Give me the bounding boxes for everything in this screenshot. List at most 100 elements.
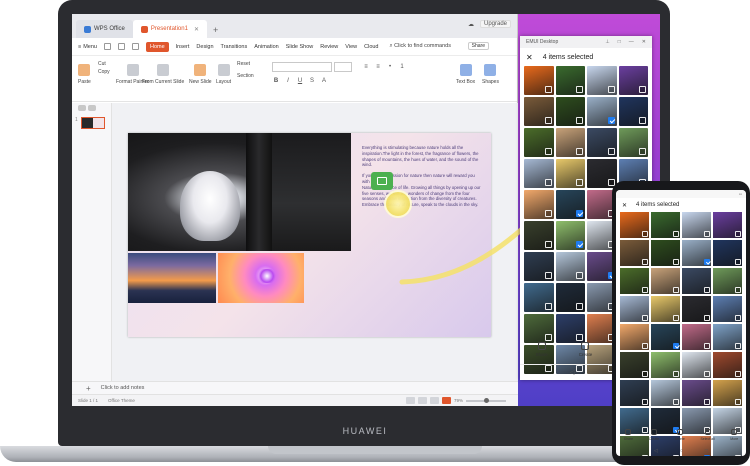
paste-button[interactable]: Paste [78,64,91,85]
font-color-icon[interactable]: A [320,78,328,84]
photo-thumbnail[interactable] [524,283,554,312]
selection-checkbox[interactable] [576,210,583,217]
slide-thumbnail[interactable] [81,117,105,129]
tab-presentation[interactable]: Presentation1 ✕ [132,20,207,38]
photo-thumbnail[interactable] [524,190,554,219]
photo-thumbnail[interactable] [682,240,711,266]
photo-thumbnail[interactable] [587,66,617,95]
photo-thumbnail[interactable] [682,352,711,378]
photo-thumbnail[interactable] [651,212,680,238]
selection-checkbox[interactable] [544,241,552,248]
selection-checkbox[interactable] [576,148,583,155]
selection-checkbox[interactable] [735,343,741,349]
photo-thumbnail[interactable] [620,212,649,238]
slides-view-icon[interactable] [88,105,96,111]
photo-thumbnail[interactable] [555,190,585,219]
delete-action[interactable]: Delete [675,429,685,441]
zoom-slider[interactable] [466,397,506,403]
photo-thumbnail[interactable] [713,324,742,350]
flower-photo[interactable] [218,253,304,303]
add-slide-icon[interactable]: + [86,384,91,393]
save-icon[interactable] [117,43,125,50]
tab-wps-office[interactable]: WPS Office [76,20,133,38]
selection-checkbox[interactable] [704,343,710,349]
align-center-icon[interactable]: ≡ [374,64,382,70]
font-size-input[interactable] [334,62,352,72]
photo-thumbnail[interactable] [682,380,711,406]
selection-checkbox[interactable] [576,86,583,93]
selection-checkbox[interactable] [735,231,741,237]
photo-thumbnail[interactable] [587,97,617,126]
selection-checkbox[interactable] [735,259,741,265]
share-action[interactable]: Share [536,341,548,357]
menu-cloud[interactable]: Cloud [364,44,378,50]
photo-thumbnail[interactable] [524,66,554,95]
photo-thumbnail[interactable] [651,296,680,322]
back-icon[interactable]: ◁ [654,448,658,454]
selection-checkbox[interactable] [704,287,710,293]
selection-checkbox[interactable] [642,287,648,293]
selection-checkbox[interactable] [673,315,679,321]
selection-checkbox[interactable] [544,303,552,310]
minimize-icon[interactable]: — [629,39,634,45]
selection-checkbox[interactable] [704,231,710,237]
selection-checkbox[interactable] [735,287,741,293]
selection-checkbox[interactable] [607,148,615,155]
from-current-slide-button[interactable]: From Current Slide [142,64,184,85]
selection-checkbox[interactable] [704,315,710,321]
zoom-slider-knob[interactable] [484,397,489,403]
cut-button[interactable]: Cut [98,61,106,67]
selection-checkbox[interactable] [673,343,679,349]
cloud-icon[interactable]: ☁ [468,21,474,28]
photo-thumbnail[interactable] [618,66,648,95]
text-box-button[interactable]: Text Box [456,64,475,85]
menu-view[interactable]: View [345,44,357,50]
photo-thumbnail[interactable] [555,221,585,250]
selection-checkbox[interactable] [576,241,583,248]
selection-checkbox[interactable] [544,272,552,279]
photo-thumbnail[interactable] [651,380,680,406]
photo-thumbnail[interactable] [555,97,585,126]
slide-sorter-icon[interactable] [417,397,427,404]
selection-checkbox[interactable] [576,179,583,186]
sunset-photo[interactable] [128,253,216,303]
selection-checkbox[interactable] [544,148,552,155]
menu-review[interactable]: Review [320,44,338,50]
new-slide-button[interactable]: New Slide [189,64,212,85]
copy-button[interactable]: Copy [98,69,110,75]
recents-icon[interactable]: □ [705,448,708,454]
photo-thumbnail[interactable] [713,380,742,406]
menu-transitions[interactable]: Transitions [221,44,248,50]
selection-checkbox[interactable] [704,259,710,265]
selection-checkbox[interactable] [735,399,741,405]
selection-checkbox[interactable] [735,315,741,321]
layout-button[interactable]: Layout [216,64,231,85]
photo-thumbnail[interactable] [587,128,617,157]
photo-thumbnail[interactable] [713,240,742,266]
shapes-button[interactable]: Shapes [482,64,499,85]
reading-view-icon[interactable] [429,397,439,404]
selection-checkbox[interactable] [607,86,615,93]
photo-thumbnail[interactable] [713,296,742,322]
selection-checkbox[interactable] [642,371,648,377]
selection-checkbox[interactable] [576,117,583,124]
selection-checkbox[interactable] [544,210,552,217]
font-name-input[interactable] [272,62,332,72]
photo-thumbnail[interactable] [555,66,585,95]
outline-icon[interactable] [78,105,86,111]
selection-checkbox[interactable] [607,117,615,124]
reset-button[interactable]: Reset [237,61,250,67]
slide-canvas[interactable]: Everything is stimulating because nature… [128,133,491,337]
share-action[interactable]: Share [624,429,633,441]
bride-photo[interactable] [128,133,351,251]
photo-thumbnail[interactable] [620,296,649,322]
pin-icon[interactable]: ⊥ [605,39,609,45]
slideshow-play-icon[interactable] [441,397,451,404]
create-action[interactable]: Create [649,429,659,441]
more-action[interactable]: More [730,429,738,441]
underline-icon[interactable]: U [296,78,304,84]
selection-checkbox[interactable] [673,399,679,405]
photo-thumbnail[interactable] [524,252,554,281]
photo-thumbnail[interactable] [620,240,649,266]
photo-thumbnail[interactable] [618,128,648,157]
